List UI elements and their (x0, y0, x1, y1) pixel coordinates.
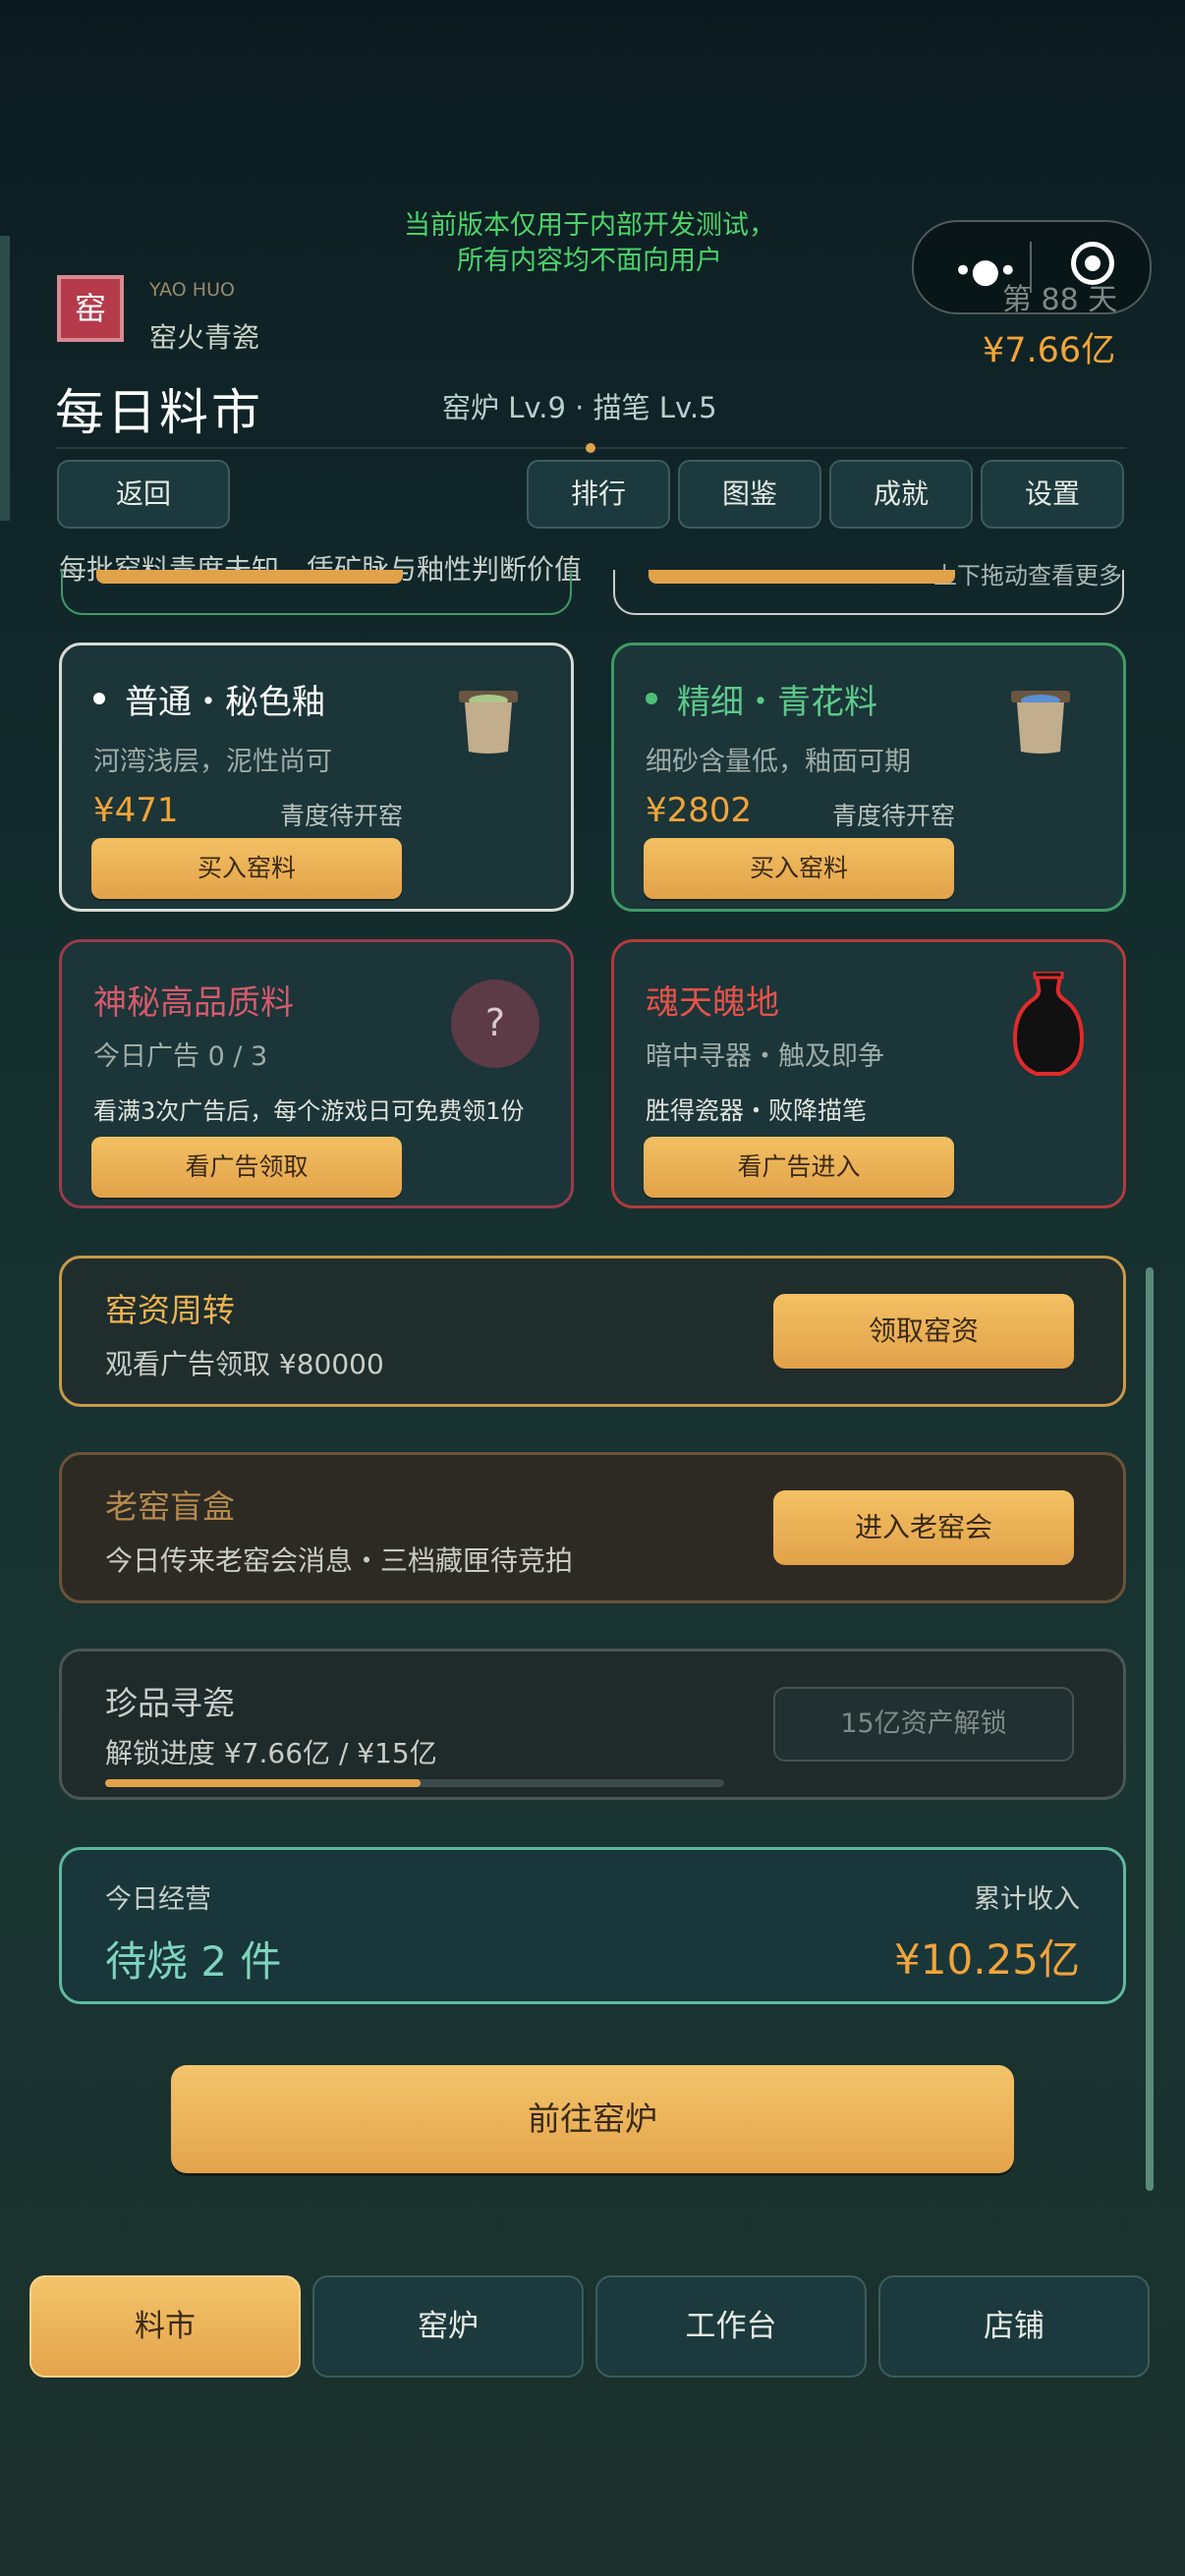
brand-english: YAO HUO (149, 279, 235, 301)
page-title: 每日料市 (55, 384, 263, 441)
treasure-panel: 珍品寻瓷 解锁进度 ¥7.66亿 / ¥15亿 15亿资产解锁 (59, 1649, 1126, 1800)
material-card-normal[interactable]: 普通・秘色釉 河湾浅层，泥性尚可 ¥471 青度待开窑 买入窑料 (59, 643, 574, 912)
card-desc: 细砂含量低，釉面可期 (646, 747, 911, 777)
rank-button[interactable]: 排行 (527, 460, 670, 529)
tab-workbench[interactable]: 工作台 (595, 2275, 867, 2378)
tier-dot (646, 693, 657, 704)
mystery-material-card[interactable]: 神秘高品质料 今日广告 0 / 3 看满3次广告后，每个游戏日可免费领1份 ? … (59, 939, 574, 1208)
card-partial-left (61, 570, 572, 615)
summary-label: 今日经营 (105, 1884, 211, 1915)
claim-capital-button[interactable]: 领取窑资 (773, 1294, 1074, 1369)
panel-desc: 解锁进度 ¥7.66亿 / ¥15亿 (105, 1737, 437, 1769)
tier-dot (93, 693, 105, 704)
level-info: 窑炉 Lv.9 · 描笔 Lv.5 (442, 391, 717, 424)
money-total: ¥7.66亿 (983, 331, 1116, 370)
buy-material-button[interactable]: 买入窑料 (644, 838, 954, 899)
panel-desc: 今日传来老窑会消息・三档藏匣待竞拍 (105, 1544, 574, 1577)
total-income: ¥10.25亿 (894, 1935, 1080, 1984)
unlock-progress-track (105, 1779, 724, 1787)
pending-firing-count: 待烧 2 件 (105, 1937, 282, 1986)
buy-material-button[interactable]: 买入窑料 (91, 838, 402, 899)
locked-unlock-button: 15亿资产解锁 (773, 1687, 1074, 1762)
card-desc: 河湾浅层，泥性尚可 (93, 747, 332, 777)
brand-name: 窑火青瓷 (149, 321, 260, 354)
card-desc-2: 胜得瓷器・败降描笔 (646, 1096, 868, 1125)
dev-notice-line1: 当前版本仅用于内部开发测试， (404, 210, 775, 241)
income-label: 累计收入 (974, 1884, 1080, 1915)
card-desc: 看满3次广告后，每个游戏日可免费领1份 (93, 1097, 525, 1125)
panel-title: 老窑盲盒 (105, 1487, 235, 1526)
brand-seal: 窑 (57, 275, 124, 342)
soul-realm-card[interactable]: 魂天魄地 暗中寻器・触及即争 胜得瓷器・败降描笔 看广告进入 (611, 939, 1126, 1208)
material-card-fine[interactable]: 精细・青花料 细砂含量低，釉面可期 ¥2802 青度待开窑 买入窑料 (611, 643, 1126, 912)
achievements-button[interactable]: 成就 (829, 460, 973, 529)
dev-notice: 当前版本仅用于内部开发测试， 所有内容均不面向用户 (373, 208, 806, 279)
partial-button-left (96, 570, 403, 584)
clay-jar-icon (1011, 691, 1070, 754)
back-button[interactable]: 返回 (57, 460, 230, 529)
watch-ad-enter-button[interactable]: 看广告进入 (644, 1137, 954, 1198)
tab-kiln[interactable]: 窑炉 (312, 2275, 584, 2378)
panel-title: 珍品寻瓷 (105, 1684, 235, 1722)
panel-desc: 观看广告领取 ¥80000 (105, 1348, 384, 1380)
card-price: ¥471 (93, 791, 179, 830)
day-counter: 第 88 天 (1002, 283, 1118, 317)
settings-button[interactable]: 设置 (981, 460, 1124, 529)
partial-button-right (649, 570, 955, 584)
daily-summary-panel: 今日经营 待烧 2 件 累计收入 ¥10.25亿 (59, 1847, 1126, 2004)
card-desc: 暗中寻器・触及即争 (646, 1041, 884, 1072)
tab-shop[interactable]: 店铺 (878, 2275, 1150, 2378)
black-vase-icon (1012, 972, 1085, 1076)
card-title: 神秘高品质料 (93, 983, 294, 1023)
enter-old-kiln-button[interactable]: 进入老窑会 (773, 1490, 1074, 1565)
unlock-progress-fill (105, 1779, 422, 1787)
divider-dot (586, 443, 595, 453)
clay-jar-icon (459, 691, 518, 754)
atlas-button[interactable]: 图鉴 (678, 460, 821, 529)
go-to-kiln-button[interactable]: 前往窑炉 (171, 2065, 1014, 2173)
ad-quota: 今日广告 0 / 3 (93, 1041, 268, 1072)
panel-title: 窑资周转 (105, 1291, 235, 1329)
card-status: 青度待开窑 (832, 802, 956, 830)
card-price: ¥2802 (646, 791, 753, 830)
card-status: 青度待开窑 (280, 802, 404, 830)
mystery-question-icon: ? (451, 980, 539, 1068)
dev-notice-line2: 所有内容均不面向用户 (457, 246, 722, 276)
card-title: 魂天魄地 (646, 983, 779, 1023)
card-partial-right (613, 570, 1124, 615)
capital-panel: 窑资周转 观看广告领取 ¥80000 领取窑资 (59, 1256, 1126, 1407)
card-title: 精细・青花料 (677, 683, 877, 722)
tab-market[interactable]: 料市 (29, 2275, 301, 2378)
watch-ad-claim-button[interactable]: 看广告领取 (91, 1137, 402, 1198)
left-edge-decoration (0, 236, 10, 521)
scrollbar[interactable] (1146, 1267, 1154, 2191)
blindbox-panel: 老窑盲盒 今日传来老窑会消息・三档藏匣待竞拍 进入老窑会 (59, 1452, 1126, 1603)
card-title: 普通・秘色釉 (125, 683, 325, 722)
